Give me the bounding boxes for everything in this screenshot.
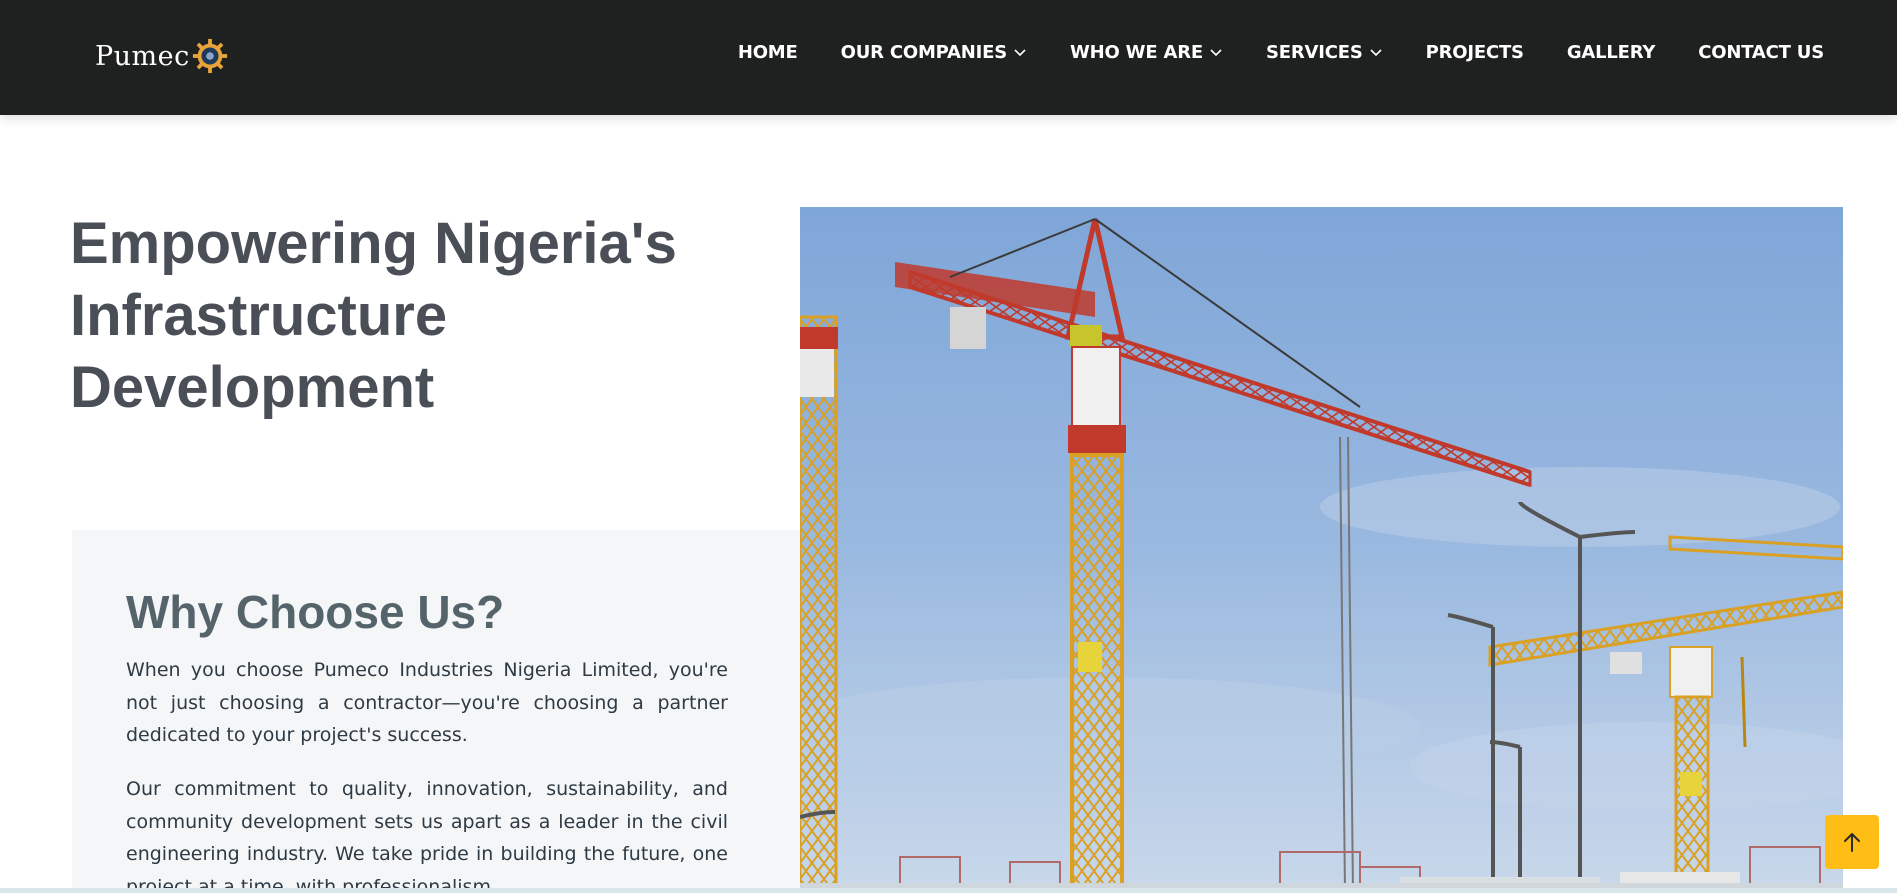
back-to-top-button[interactable] — [1825, 815, 1879, 869]
nav-contact-us[interactable]: CONTACT US — [1698, 42, 1824, 63]
construction-cranes-image — [800, 207, 1843, 893]
why-choose-us-panel: Why Choose Us? When you choose Pumeco In… — [72, 530, 800, 893]
site-header: Pumec HOME OUR COMPANIES WHO WE ARE SERV… — [0, 0, 1897, 115]
chevron-down-icon — [1210, 49, 1222, 57]
why-paragraph-1: When you choose Pumeco Industries Nigeri… — [126, 659, 728, 746]
hero-title-line-2: Infrastructure — [70, 283, 448, 348]
nav-our-companies[interactable]: OUR COMPANIES — [841, 42, 1027, 63]
gear-logo-icon — [192, 38, 227, 74]
nav-gallery-label: GALLERY — [1566, 41, 1656, 63]
cranes-illustration — [800, 207, 1843, 893]
nav-who-we-are[interactable]: WHO WE ARE — [1070, 42, 1223, 63]
hero-title-line-1: Empowering Nigeria's — [70, 211, 677, 276]
nav-projects-label: PROJECTS — [1425, 41, 1524, 63]
hero-title-line-3: Development — [70, 355, 435, 420]
why-choose-us-title: Why Choose Us? — [126, 586, 505, 638]
nav-home-label: HOME — [737, 41, 798, 63]
why-paragraph-2: Our commitment to quality, innovation, s… — [126, 778, 728, 893]
nav-contact-us-label: CONTACT US — [1698, 41, 1824, 63]
nav-gallery[interactable]: GALLERY — [1566, 41, 1656, 63]
arrow-up-icon — [1844, 833, 1860, 852]
nav-our-companies-label: OUR COMPANIES — [840, 41, 1008, 63]
brand-logo[interactable]: Pumec — [95, 36, 229, 76]
chevron-down-icon — [1370, 49, 1382, 57]
hero-title: Empowering Nigeria's Infrastructure Deve… — [70, 208, 710, 424]
nav-who-we-are-label: WHO WE ARE — [1069, 41, 1203, 63]
nav-services-label: SERVICES — [1265, 41, 1363, 63]
nav-services[interactable]: SERVICES — [1266, 42, 1383, 63]
nav-home[interactable]: HOME — [738, 42, 798, 63]
brand-name: Pumec — [95, 40, 190, 72]
main-nav: HOME OUR COMPANIES WHO WE ARE SERVICES P… — [738, 40, 1824, 64]
nav-projects[interactable]: PROJECTS — [1426, 42, 1524, 63]
chevron-down-icon — [1014, 49, 1026, 57]
bottom-border — [0, 888, 1897, 893]
